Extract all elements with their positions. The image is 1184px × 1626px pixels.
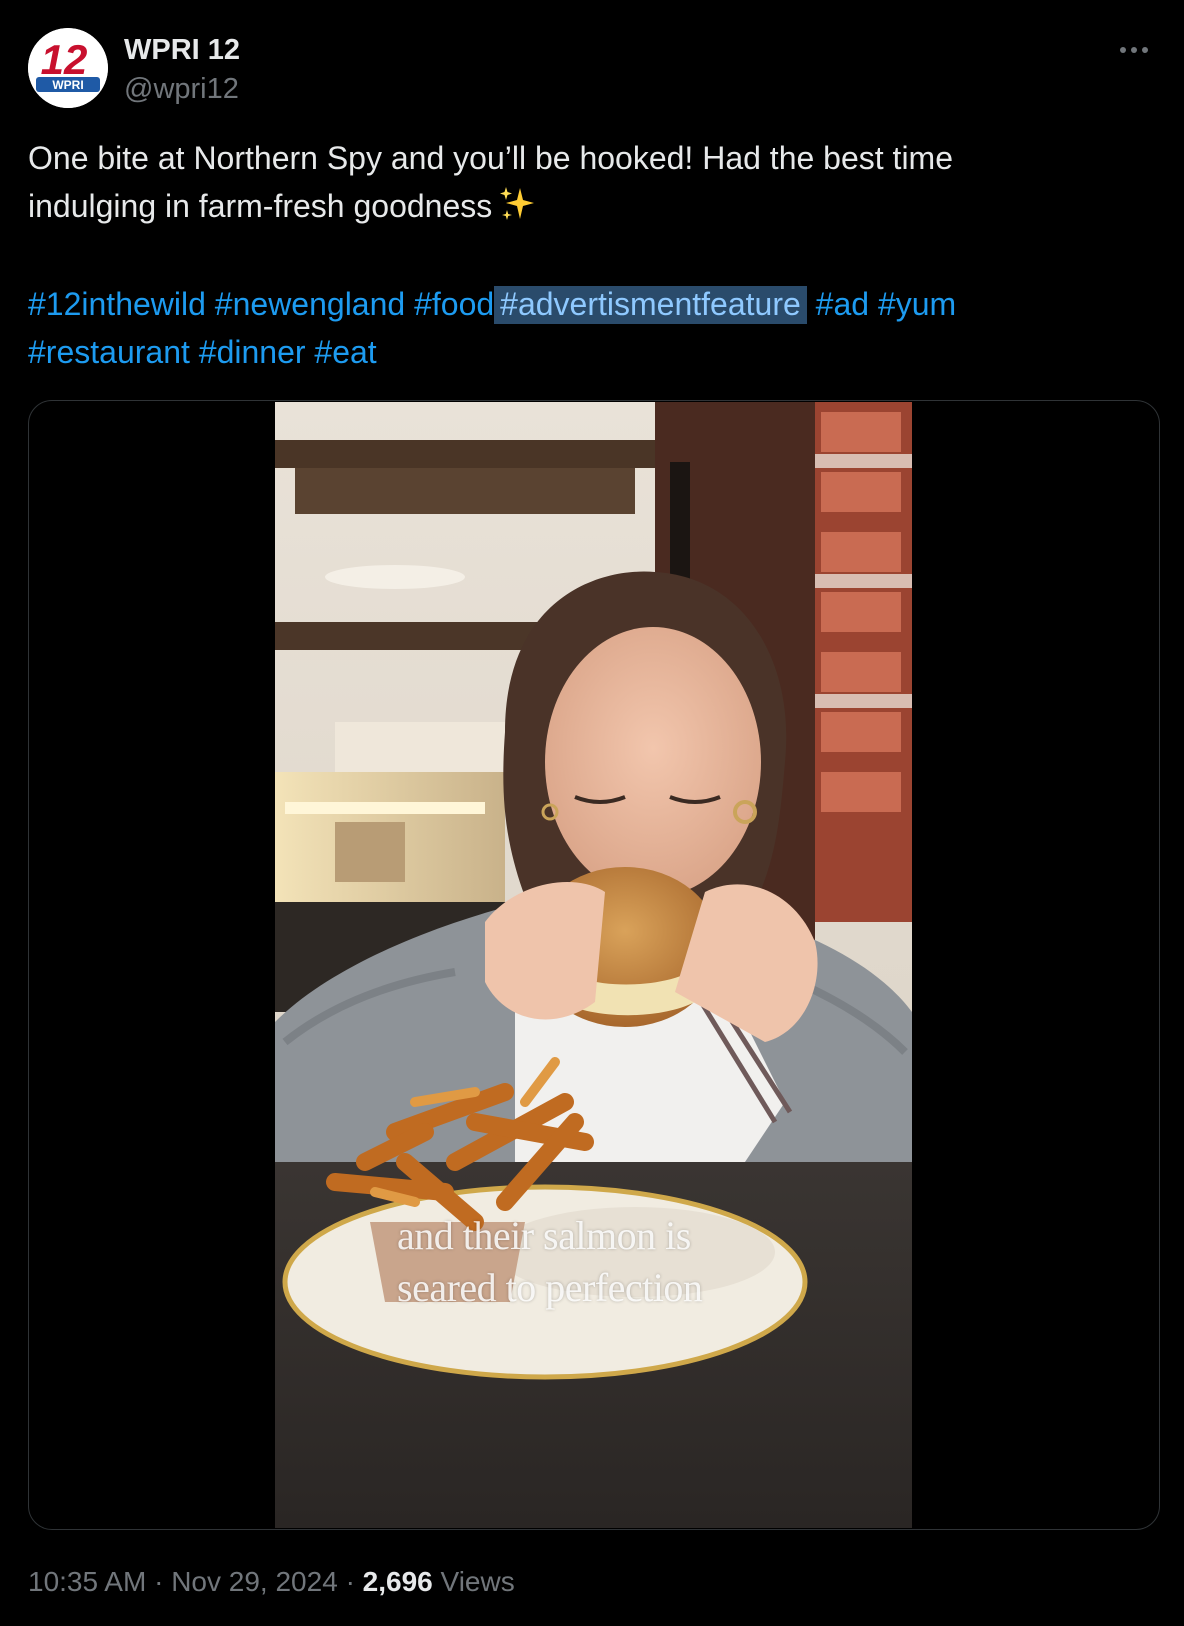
hashtag-link[interactable]: #ad: [816, 286, 869, 322]
video-frame: and their salmon is seared to perfection: [275, 402, 912, 1528]
tweet-date[interactable]: Nov 29, 2024: [171, 1566, 338, 1597]
hashtag-link[interactable]: #newengland: [215, 286, 405, 322]
hashtag-link-selected[interactable]: #advertismentfeature: [494, 286, 807, 324]
author-avatar[interactable]: 12 WPRI: [28, 28, 108, 108]
author-display-name[interactable]: WPRI 12: [124, 30, 240, 70]
tweet-meta: 10:35 AM · Nov 29, 2024 · 2,696 Views: [28, 1562, 515, 1602]
video-caption-line1: and their salmon is: [397, 1213, 691, 1258]
sparkles-icon: [498, 185, 536, 236]
hashtag-link[interactable]: #food: [414, 286, 494, 322]
meta-separator: ·: [345, 1566, 355, 1597]
tweet-time[interactable]: 10:35 AM: [28, 1566, 146, 1597]
tweet-text-line2: indulging in farm-fresh goodness: [28, 188, 493, 224]
author-names: WPRI 12 @wpri12: [124, 30, 240, 108]
hashtag-link[interactable]: #restaurant: [28, 334, 190, 370]
ellipsis-icon: [1120, 47, 1148, 53]
hashtag-link[interactable]: #eat: [314, 334, 376, 370]
avatar-label: WPRI: [52, 78, 83, 92]
tweet-text-line1: One bite at Northern Spy and you’ll be h…: [28, 140, 953, 176]
views-label: Views: [440, 1566, 515, 1597]
more-options-button[interactable]: [1112, 30, 1156, 70]
wpri-logo-icon: 12 WPRI: [28, 28, 108, 108]
video-caption-line2: seared to perfection: [397, 1265, 703, 1310]
tweet-text: One bite at Northern Spy and you’ll be h…: [28, 134, 1138, 236]
tweet-header: 12 WPRI WPRI 12 @wpri12: [28, 28, 1156, 112]
video-thumbnail: [275, 402, 912, 1528]
hashtag-link[interactable]: #yum: [878, 286, 956, 322]
hashtag-link[interactable]: #12inthewild: [28, 286, 206, 322]
avatar-number: 12: [41, 36, 88, 83]
hashtag-link[interactable]: #dinner: [199, 334, 306, 370]
meta-separator: ·: [154, 1566, 164, 1597]
author-handle[interactable]: @wpri12: [124, 70, 240, 108]
video-player[interactable]: and their salmon is seared to perfection: [28, 400, 1160, 1530]
hashtag-list: #12inthewild #newengland #food #advertism…: [28, 280, 1138, 376]
views-count: 2,696: [362, 1566, 433, 1597]
